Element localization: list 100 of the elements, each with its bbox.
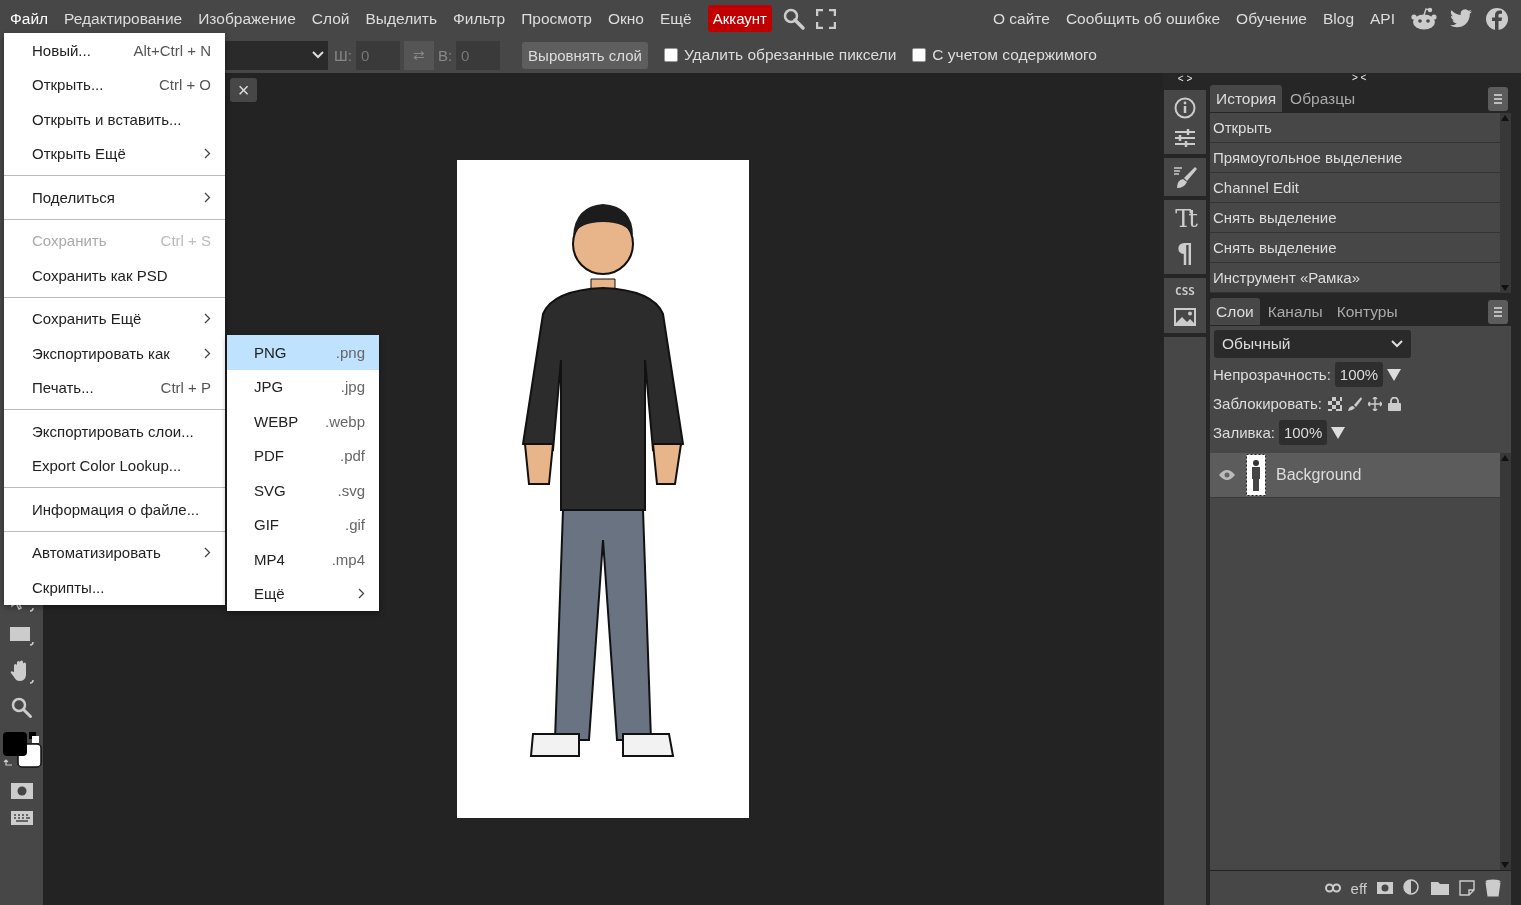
color-swatches-icon[interactable] xyxy=(1,731,42,771)
css-icon[interactable]: CSS xyxy=(1175,285,1195,298)
menu-item[interactable]: Сохранить Ещё xyxy=(4,301,225,336)
menu-item[interactable]: Поделиться xyxy=(4,180,225,215)
history-item[interactable]: Channel Edit xyxy=(1210,173,1500,203)
keyboard-icon[interactable] xyxy=(10,811,33,825)
account-button[interactable]: Аккаунт xyxy=(707,5,772,32)
folder-icon[interactable] xyxy=(1431,881,1449,895)
menu-item[interactable]: Export Color Lookup... xyxy=(4,448,225,483)
menu-item[interactable]: Ещё xyxy=(227,576,379,611)
text-tool-icon[interactable]: Tt xyxy=(1175,207,1195,231)
search-icon[interactable] xyxy=(781,6,806,31)
half-circle-icon[interactable] xyxy=(1403,879,1421,897)
scrollbar[interactable] xyxy=(1500,113,1511,293)
blend-mode-dropdown[interactable]: Обычный xyxy=(1214,330,1411,358)
collapse-handle[interactable]: > < xyxy=(1352,72,1367,85)
align-layer-button[interactable]: Выровнять слой xyxy=(522,41,648,69)
menu-item[interactable]: Открыть Ещё xyxy=(4,136,225,171)
history-item[interactable]: Прямоугольное выделение xyxy=(1210,143,1500,173)
expand-handle[interactable]: < > xyxy=(1177,73,1193,86)
zoom-icon[interactable] xyxy=(10,697,33,719)
lock-icon[interactable] xyxy=(1387,396,1401,411)
nav-link[interactable]: Blog xyxy=(1323,9,1354,28)
menu-item[interactable]: Окно xyxy=(601,9,650,28)
menu-icon[interactable] xyxy=(1488,86,1508,111)
paragraph-icon[interactable]: ¶ xyxy=(1176,241,1194,267)
panel-tab[interactable]: История xyxy=(1210,85,1283,112)
checkbox[interactable] xyxy=(663,48,678,62)
menu-item[interactable]: Открыть и вставить... xyxy=(4,102,225,137)
panel-tab[interactable]: Слои xyxy=(1210,298,1260,325)
menu-item[interactable]: Изображение xyxy=(192,9,302,28)
layer-row[interactable]: Background xyxy=(1210,453,1500,498)
menu-item[interactable]: Автоматизировать xyxy=(4,535,225,570)
menu-item[interactable]: Печать... Ctrl + P xyxy=(4,370,225,405)
menu-item[interactable]: Открыть... Ctrl + O xyxy=(4,67,225,102)
menu-item[interactable]: Слой xyxy=(305,9,356,28)
nav-link[interactable]: API xyxy=(1370,9,1395,28)
menu-item[interactable]: SVG .svg xyxy=(227,473,379,508)
menu-item[interactable]: Файл xyxy=(4,9,55,28)
fullscreen-icon[interactable] xyxy=(815,8,836,29)
menu-item[interactable]: PNG .png xyxy=(227,335,379,370)
menu-item[interactable]: Экспортировать слои... xyxy=(4,414,225,449)
panel-tab[interactable]: Каналы xyxy=(1261,298,1329,325)
history-item[interactable]: Открыть xyxy=(1210,113,1500,143)
opacity-label: Непрозрачность: xyxy=(1213,366,1331,383)
mask-icon[interactable] xyxy=(10,783,33,799)
nav-link[interactable]: О сайте xyxy=(992,9,1050,28)
menu-item[interactable]: JPG .jpg xyxy=(227,369,379,404)
history-item[interactable]: Снять выделение xyxy=(1210,203,1500,233)
link-icon[interactable] xyxy=(1324,883,1341,893)
history-item[interactable]: Инструмент «Рамка» xyxy=(1210,263,1500,293)
menu-item[interactable]: Информация о файле... xyxy=(4,492,225,527)
menu-item[interactable]: Новый... Alt+Ctrl + N xyxy=(4,33,225,68)
layer-name: Background xyxy=(1276,466,1362,484)
menu-icon[interactable] xyxy=(1488,299,1508,324)
menu-item[interactable]: PDF .pdf xyxy=(227,438,379,473)
chevron-down-icon xyxy=(312,51,324,59)
scrollbar[interactable] xyxy=(1500,453,1511,870)
height-label: В: xyxy=(437,46,453,64)
bird-icon[interactable] xyxy=(1449,8,1473,29)
mask-icon[interactable] xyxy=(1377,882,1393,894)
panel-tab[interactable]: Контуры xyxy=(1330,298,1404,325)
history-item[interactable]: Снять выделение xyxy=(1210,233,1500,263)
menu-item[interactable]: Фильтр xyxy=(447,9,512,28)
alien-head-icon[interactable] xyxy=(1411,6,1437,31)
menu-item[interactable]: GIF .gif xyxy=(227,507,379,542)
menu-item[interactable]: Ещё xyxy=(653,9,698,28)
brush-icon[interactable] xyxy=(1173,165,1197,189)
menu-item[interactable]: MP4 .mp4 xyxy=(227,542,379,577)
info-icon[interactable] xyxy=(1174,97,1196,119)
hand-icon[interactable] xyxy=(8,659,35,685)
nav-link[interactable]: Сообщить об ошибке xyxy=(1065,9,1221,28)
rectangle-icon[interactable] xyxy=(8,625,35,647)
trash-icon[interactable] xyxy=(1485,879,1501,897)
letter-f-circle-icon[interactable] xyxy=(1485,6,1509,31)
eye-icon[interactable] xyxy=(1218,469,1236,481)
opacity-field[interactable]: 100% xyxy=(1334,362,1384,387)
menu-item[interactable]: Редактирование xyxy=(58,9,189,28)
menu-item[interactable]: Скрипты... xyxy=(4,570,225,605)
triangle-down-icon[interactable] xyxy=(1387,368,1402,381)
fill-label: Заливка: xyxy=(1213,424,1275,441)
close-tab-button[interactable]: × xyxy=(230,78,257,102)
sliders-icon[interactable] xyxy=(1174,129,1196,147)
menu-item[interactable]: WEBP .webp xyxy=(227,404,379,439)
image-icon[interactable] xyxy=(1174,308,1196,326)
new-layer-icon[interactable] xyxy=(1459,880,1475,896)
triangle-down-icon[interactable] xyxy=(1331,426,1346,439)
lock-label: Заблокировать: xyxy=(1213,395,1322,412)
checkbox[interactable] xyxy=(912,48,927,62)
move-arrows-icon[interactable] xyxy=(1367,396,1382,411)
menu-item[interactable]: Экспортировать как xyxy=(4,336,225,371)
menu-item[interactable]: Сохранить как PSD xyxy=(4,258,225,293)
chevron-down-icon xyxy=(1391,340,1403,348)
brush-icon[interactable] xyxy=(1347,396,1362,411)
nav-link[interactable]: Обучение xyxy=(1236,9,1307,28)
fill-field[interactable]: 100% xyxy=(1278,420,1328,445)
menu-item[interactable]: Выделить xyxy=(359,9,444,28)
panel-tab[interactable]: Образцы xyxy=(1284,85,1362,112)
effects-button[interactable]: eff xyxy=(1350,879,1367,897)
menu-item[interactable]: Просмотр xyxy=(515,9,598,28)
